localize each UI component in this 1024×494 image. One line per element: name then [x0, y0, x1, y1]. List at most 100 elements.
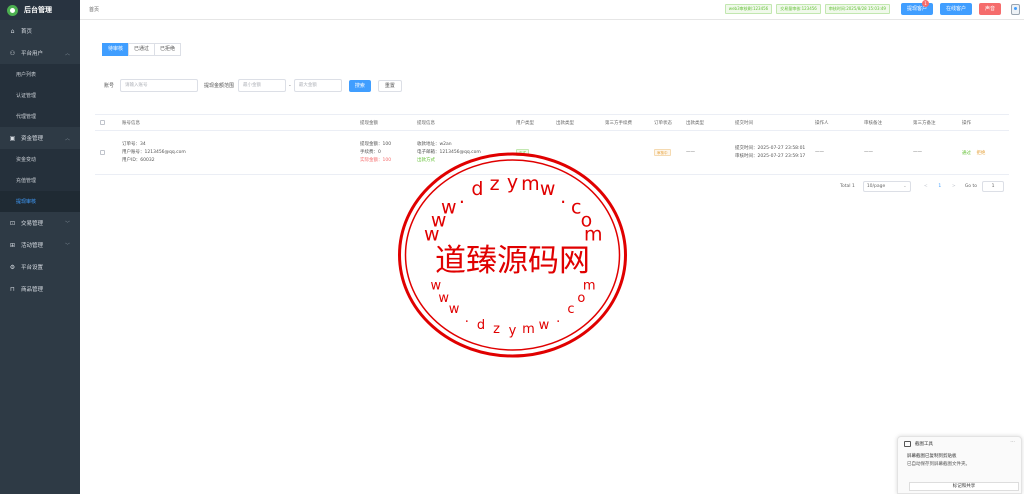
prev-page-button[interactable]: < — [921, 184, 931, 189]
sound-button[interactable]: 声音 — [978, 3, 1001, 15]
sidebar-item-label: 平台设置 — [21, 265, 44, 271]
search-button[interactable]: 搜索 — [348, 79, 371, 92]
reject-link[interactable]: 拒绝 — [976, 151, 985, 156]
markup-share-button[interactable]: 标记和共享 — [909, 482, 1019, 491]
watermark-stamp: 道臻源码网 www. d z y m w. com www. d z y m w .com — [398, 152, 627, 358]
page-size-value: 10/page — [866, 184, 886, 189]
sidebar-header: 后台管理 — [0, 0, 80, 20]
time-cell: 提交时间：2025-07-27 23:58:01 审核时间：2025-07-27… — [728, 145, 808, 161]
status-badge: web3审核剩:123456 — [724, 4, 773, 14]
watermark-url-char: . — [465, 311, 469, 326]
watermark-url-char: d — [471, 178, 483, 200]
gear-icon: ⚙ — [9, 263, 16, 271]
sidebar-item-label: 商品管理 — [21, 287, 44, 293]
notification-header: 截图工具 ··· — [898, 437, 1021, 451]
user-id: 用户ID：60032 — [122, 157, 155, 163]
watermark-text: 道臻源码网 — [435, 243, 590, 279]
watermark-url-char: m — [584, 224, 603, 246]
watermark-url-char: z — [493, 322, 500, 337]
col-withdraw-info: 提现信息 — [417, 120, 435, 126]
sidebar-item-settings[interactable]: ⚙ 平台设置 — [0, 256, 80, 278]
watermark-url-char: w — [438, 291, 449, 306]
order-status-tag: 审核中 — [654, 149, 671, 156]
tab-rejected[interactable]: 已拒绝 — [154, 43, 182, 56]
watermark-url-char: . — [560, 186, 566, 208]
sidebar-item-label: 首页 — [21, 29, 33, 35]
status-badge: 审核时间:2025/8/28 15:03:49 — [824, 4, 890, 14]
col-operator: 操作人 — [815, 120, 829, 126]
audit-note-cell: —— — [864, 150, 873, 155]
sidebar: 后台管理 ⌂ 首页 ⚇ 平台用户 ︿ 用户列表 认证管理 代理管理 ▣ 资金管理… — [0, 0, 80, 494]
watermark-url-char: . — [459, 186, 465, 208]
avatar[interactable] — [1011, 3, 1020, 15]
next-page-button[interactable]: > — [949, 184, 959, 189]
col-account: 账号信息 — [122, 120, 140, 126]
withdraw-customers-button[interactable]: 提现客户 1 — [900, 0, 933, 15]
watermark-url-char: m — [522, 322, 535, 337]
third-note-cell: —— — [913, 150, 922, 155]
status-tabs: 待审核 已通过 已拒绝 — [102, 43, 182, 56]
sidebar-item-goods[interactable]: ⊓ 商品管理 — [0, 278, 80, 300]
watermark-url-char: d — [477, 318, 485, 333]
account-label: 账号 — [104, 83, 115, 89]
screenshot-notification[interactable]: 截图工具 ··· 屏幕截图已复制到剪贴板 已自动保存到屏幕截图文件夹。 标记和共… — [897, 436, 1022, 494]
min-amount-input[interactable]: 最小金额 — [238, 79, 287, 92]
row-checkbox[interactable] — [100, 150, 105, 155]
money-icon: ▣ — [9, 134, 16, 142]
page-number[interactable]: 1 — [935, 184, 945, 189]
sidebar-item-trading[interactable]: ⊡ 交易管理 ﹀ — [0, 212, 80, 234]
goto-page-input[interactable]: 1 — [982, 181, 1005, 192]
tab-pending[interactable]: 待审核 — [102, 43, 130, 56]
watermark-url-char: m — [521, 173, 540, 195]
col-user-type: 用户类型 — [516, 120, 534, 126]
filter-bar: 账号 请输入账号 提现金额范围 最小金额 - 最大金额 搜索 重置 — [104, 79, 402, 92]
sidebar-sub-agents[interactable]: 代理管理 — [0, 106, 80, 127]
select-all-checkbox[interactable] — [100, 120, 105, 125]
watermark-url-char: m — [583, 278, 596, 293]
gift-icon: ⊞ — [9, 241, 16, 249]
bag-icon: ⊡ — [9, 219, 16, 227]
home-icon: ⌂ — [10, 27, 15, 35]
sidebar-item-label: 平台用户 — [21, 51, 44, 57]
sidebar-sub-deposits[interactable]: 充值管理 — [0, 170, 80, 191]
goto-label: Go to — [964, 184, 978, 189]
chevron-up-icon: ︿ — [64, 135, 70, 142]
online-customers-button[interactable]: 在线客户 — [939, 3, 972, 15]
watermark-url-char: y — [509, 324, 517, 339]
snipping-tool-icon — [904, 441, 911, 447]
watermark-url-bottom: www. d z y m w .com — [430, 278, 595, 338]
chevron-up-icon: ︿ — [64, 50, 70, 57]
sidebar-item-funds[interactable]: ▣ 资金管理 ︿ — [0, 127, 80, 149]
watermark-url-char: . — [556, 311, 560, 326]
breadcrumb[interactable]: 首页 — [89, 6, 99, 13]
chevron-down-icon: ﹀ — [64, 220, 70, 227]
tab-approved[interactable]: 已通过 — [128, 43, 156, 56]
max-amount-input[interactable]: 最大金额 — [293, 79, 342, 92]
account-info-cell: 订单号：34 用户账号：1213456@qq.com 用户ID：60032 — [115, 141, 353, 165]
status-badge: 交易量审核:123456 — [776, 4, 821, 14]
account-input[interactable]: 请输入账号 — [120, 79, 199, 92]
col-actions: 操作 — [962, 120, 971, 126]
sidebar-sub-verification[interactable]: 认证管理 — [0, 85, 80, 106]
user-account: 用户账号：1213456@qq.com — [122, 149, 186, 155]
notification-count-badge: 1 — [921, 0, 929, 7]
sidebar-sub-withdraw-review[interactable]: 提现审核 — [0, 191, 80, 212]
sidebar-item-home[interactable]: ⌂ 首页 — [0, 20, 80, 42]
approve-link[interactable]: 通过 — [962, 151, 971, 156]
sidebar-sub-user-list[interactable]: 用户列表 — [0, 64, 80, 85]
payout-type-2-cell: —— — [686, 150, 695, 155]
actions-cell: 通过 拒绝 — [955, 150, 1004, 156]
chevron-down-icon: ﹀ — [64, 242, 70, 249]
total-count: Total 1 — [840, 184, 855, 189]
submit-time: 提交时间：2025-07-27 23:58:01 — [735, 145, 806, 151]
sidebar-item-activities[interactable]: ⊞ 活动管理 ﹀ — [0, 234, 80, 256]
sidebar-sub-fund-changes[interactable]: 资金变动 — [0, 149, 80, 170]
topbar: 首页 web3审核剩:123456 交易量审核:123456 审核时间:2025… — [80, 0, 1024, 20]
col-third-fee: 第三方手续费 — [605, 120, 632, 126]
reset-button[interactable]: 重置 — [377, 79, 402, 92]
more-options-icon[interactable]: ··· — [1010, 439, 1015, 445]
notification-line-2: 已自动保存到屏幕截图文件夹。 — [907, 462, 970, 467]
amount-range-label: 提现金额范围 — [204, 83, 235, 89]
page-size-select[interactable]: 10/page ⌄ — [862, 181, 911, 192]
sidebar-item-platform-users[interactable]: ⚇ 平台用户 ︿ — [0, 42, 80, 64]
